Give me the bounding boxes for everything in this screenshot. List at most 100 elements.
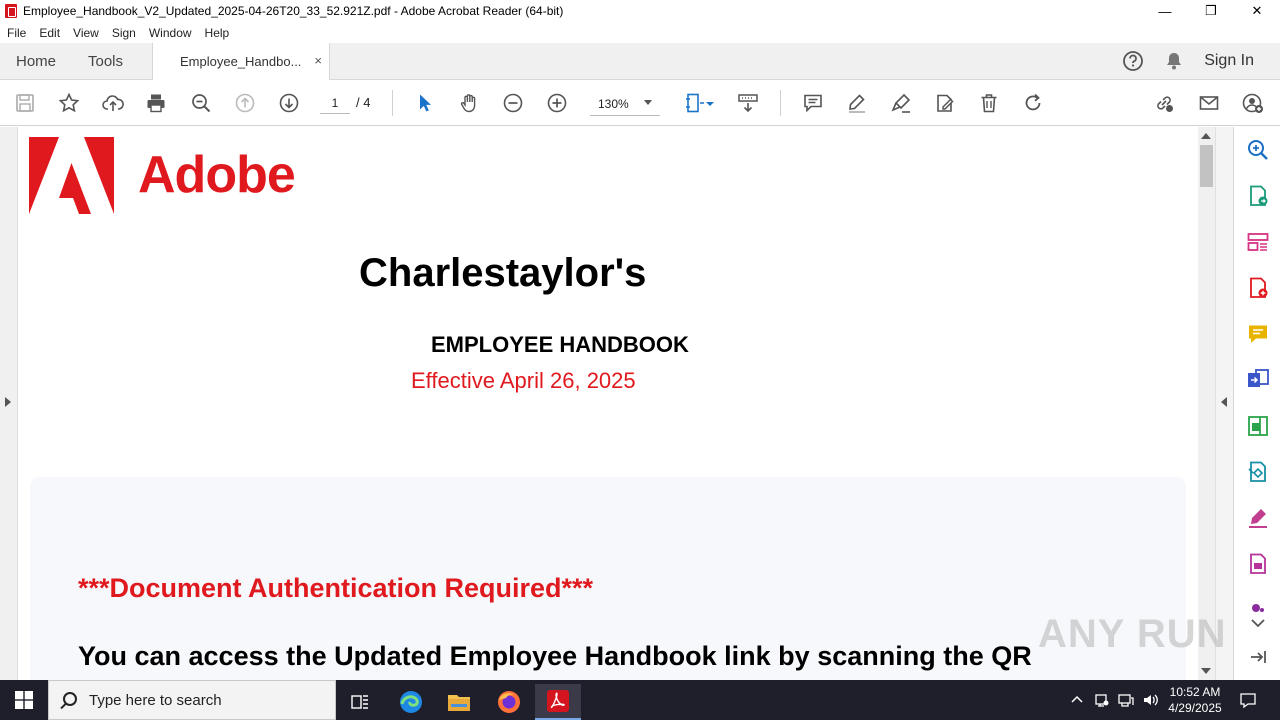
zoom-level-select[interactable]: 130% (590, 92, 660, 116)
notifications-button[interactable] (1236, 680, 1260, 720)
cloud-upload-icon[interactable] (101, 91, 125, 115)
zoom-in-icon[interactable] (545, 91, 569, 115)
document-subtitle: EMPLOYEE HANDBOOK (431, 332, 689, 357)
scroll-mode-icon[interactable] (736, 91, 760, 115)
menu-bar: File Edit View Sign Window Help (0, 22, 1280, 43)
taskbar: Type here to search 10:52 AM 4/29/2025 (0, 680, 1280, 720)
zoom-out-icon[interactable] (501, 91, 525, 115)
combine-files-icon[interactable] (1246, 368, 1270, 392)
chevron-down-icon[interactable] (1246, 611, 1270, 628)
effective-date: Effective April 26, 2025 (411, 368, 636, 393)
fit-page-icon[interactable] (683, 91, 707, 115)
edit-document-icon[interactable] (933, 91, 957, 115)
document-title: Charlestaylor's (359, 251, 647, 295)
fill-sign-icon[interactable] (1246, 506, 1270, 530)
tab-home[interactable]: Home (16, 43, 56, 79)
document-pages-icon[interactable] (1246, 552, 1270, 576)
send-for-review-icon[interactable] (1246, 460, 1270, 484)
expand-left-icon (5, 397, 11, 407)
system-clock[interactable]: 10:52 AM 4/29/2025 (1160, 684, 1230, 716)
next-page-icon[interactable] (277, 91, 301, 115)
create-pdf-icon[interactable] (1246, 276, 1270, 300)
close-window-button[interactable]: ✕ (1234, 0, 1280, 22)
scroll-thumb[interactable] (1200, 145, 1213, 187)
notice-body: You can access the Updated Employee Hand… (78, 641, 1032, 671)
rotate-icon[interactable] (1021, 91, 1045, 115)
email-icon[interactable] (1197, 91, 1221, 115)
network-drive-icon[interactable] (1094, 692, 1110, 708)
adobe-logo-icon (29, 137, 114, 214)
edit-pdf-icon[interactable] (1246, 414, 1270, 438)
taskbar-search-placeholder: Type here to search (89, 691, 222, 709)
window-title: Employee_Handbook_V2_Updated_2025-04-26T… (23, 4, 564, 18)
menu-edit[interactable]: Edit (39, 26, 60, 40)
edge-browser-icon[interactable] (389, 684, 433, 720)
firefox-icon[interactable] (487, 684, 531, 720)
acrobat-app-icon (5, 4, 17, 18)
right-tools-panel (1233, 127, 1280, 680)
clock-time: 10:52 AM (1169, 685, 1221, 699)
menu-help[interactable]: Help (205, 26, 230, 40)
save-icon[interactable] (13, 91, 37, 115)
scroll-up-icon[interactable] (1201, 133, 1211, 139)
notification-icon (1240, 693, 1256, 709)
minimize-button[interactable]: — (1142, 0, 1188, 22)
task-view-icon[interactable] (338, 684, 382, 720)
more-tools-icon[interactable] (1246, 595, 1270, 612)
tab-tools[interactable]: Tools (88, 43, 123, 79)
acrobat-window: Employee_Handbook_V2_Updated_2025-04-26T… (0, 0, 1280, 720)
menu-window[interactable]: Window (149, 26, 192, 40)
bell-icon[interactable] (1164, 51, 1184, 71)
network-icon[interactable] (1118, 692, 1134, 708)
acrobat-taskbar-icon[interactable] (535, 684, 581, 720)
highlight-pen-icon[interactable] (845, 91, 869, 115)
zoom-out-search-icon[interactable] (189, 91, 213, 115)
menu-file[interactable]: File (7, 26, 26, 40)
tab-document-label: Employee_Handbo... (180, 54, 302, 69)
right-panel-toggle[interactable] (1215, 127, 1233, 680)
delete-trash-icon[interactable] (977, 91, 1001, 115)
menu-view[interactable]: View (73, 26, 99, 40)
tab-document[interactable]: Employee_Handbo... × (152, 43, 330, 80)
left-panel-toggle[interactable] (0, 127, 18, 680)
page-total: / 4 (356, 95, 371, 110)
maximize-button[interactable]: ❒ (1188, 0, 1234, 22)
export-pdf-icon[interactable] (1246, 184, 1270, 208)
fit-page-dropdown-icon[interactable] (705, 91, 715, 115)
title-bar: Employee_Handbook_V2_Updated_2025-04-26T… (0, 0, 1280, 22)
collapse-right-icon (1221, 397, 1227, 407)
print-icon[interactable] (144, 91, 168, 115)
system-tray (1070, 680, 1160, 720)
help-icon[interactable] (1122, 50, 1144, 72)
previous-page-icon[interactable] (233, 91, 257, 115)
menu-sign[interactable]: Sign (112, 26, 136, 40)
zoom-level-value: 130% (598, 96, 629, 111)
file-explorer-icon[interactable] (437, 684, 481, 720)
add-user-icon[interactable] (1241, 91, 1265, 115)
hand-tool-icon[interactable] (457, 91, 481, 115)
share-link-icon[interactable] (1152, 91, 1176, 115)
collapse-panel-icon[interactable] (1246, 645, 1270, 669)
vertical-scrollbar[interactable] (1198, 127, 1215, 680)
notice-heading: ***Document Authentication Required*** (78, 573, 594, 603)
scroll-down-icon[interactable] (1201, 668, 1211, 674)
pdf-page: Adobe Charlestaylor's EMPLOYEE HANDBOOK … (18, 127, 1198, 680)
chevron-down-icon (644, 100, 652, 105)
adobe-logo-text: Adobe (138, 146, 296, 204)
search-zoom-tool-icon[interactable] (1246, 138, 1270, 162)
comment-tool-icon[interactable] (1246, 322, 1270, 346)
volume-icon[interactable] (1142, 692, 1160, 708)
organize-pages-icon[interactable] (1246, 230, 1270, 254)
windows-start-icon[interactable] (0, 680, 48, 720)
tab-close-icon[interactable]: × (314, 53, 322, 68)
draw-sign-icon[interactable] (889, 91, 913, 115)
select-cursor-icon[interactable] (413, 91, 437, 115)
taskbar-search-input[interactable]: Type here to search (48, 680, 336, 720)
anyrun-watermark: ANY RUN (1038, 612, 1227, 656)
sign-in-link[interactable]: Sign In (1204, 52, 1254, 70)
chevron-up-icon[interactable] (1070, 693, 1084, 707)
star-icon[interactable] (57, 91, 81, 115)
comment-icon[interactable] (801, 91, 825, 115)
document-viewport[interactable]: Adobe Charlestaylor's EMPLOYEE HANDBOOK … (0, 127, 1233, 680)
page-number-input[interactable]: 1 (320, 92, 350, 114)
